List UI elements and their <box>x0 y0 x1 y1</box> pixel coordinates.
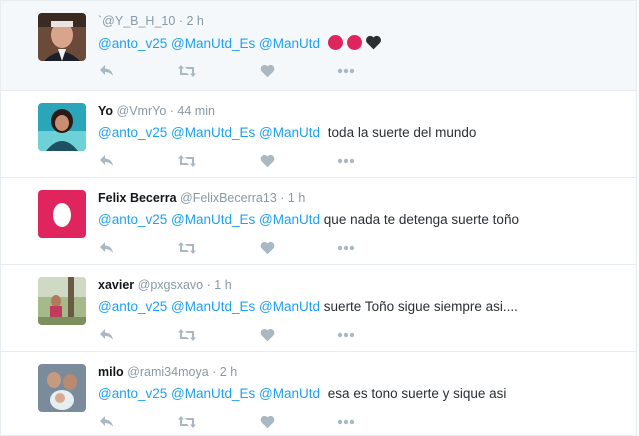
tweet-item[interactable]: xavier @pxgsxavo · 1 h @anto_v25 @ManUtd… <box>0 265 637 352</box>
tweet-body: esa es tono suerte y sique asi <box>327 386 507 401</box>
tweet-header: `@Y_B_H_10 · 2 h <box>98 14 204 28</box>
user-handle[interactable]: @pxgsxavo <box>138 278 204 292</box>
tweet-text: @anto_v25 @ManUtd_Es @ManUtd esa es tono… <box>98 386 506 401</box>
avatar[interactable] <box>38 277 86 325</box>
tweet-body: que nada te detenga suerte toño <box>323 212 519 227</box>
mention-link[interactable]: @ManUtd <box>259 299 320 314</box>
tweet-item[interactable]: milo @rami34moya · 2 h @anto_v25 @ManUtd… <box>0 352 637 436</box>
mention-link[interactable]: @anto_v25 <box>98 386 167 401</box>
mention-link[interactable]: @anto_v25 <box>98 125 167 140</box>
mention-link[interactable]: @ManUtd <box>259 125 320 140</box>
user-fullname[interactable]: xavier <box>98 278 134 292</box>
tweet-item[interactable]: `@Y_B_H_10 · 2 h @anto_v25 @ManUtd_Es @M… <box>0 0 637 91</box>
user-handle[interactable]: @VmrYo <box>117 104 167 118</box>
mention-link[interactable]: @ManUtd_Es <box>171 125 255 140</box>
reply-icon[interactable] <box>98 240 116 256</box>
replies-timeline: `@Y_B_H_10 · 2 h @anto_v25 @ManUtd_Es @M… <box>0 0 639 436</box>
retweet-icon[interactable] <box>176 63 198 79</box>
tweet-header: Felix Becerra @FelixBecerra13 · 1 h <box>98 191 305 205</box>
mention-link[interactable]: @ManUtd_Es <box>171 386 255 401</box>
reply-icon[interactable] <box>98 63 116 79</box>
separator-dot: · <box>206 278 211 292</box>
avatar[interactable] <box>38 364 86 412</box>
retweet-icon[interactable] <box>176 240 198 256</box>
mention-link[interactable]: @ManUtd <box>259 386 320 401</box>
mention-link[interactable]: @ManUtd_Es <box>171 299 255 314</box>
mention-link[interactable]: @ManUtd <box>259 36 320 51</box>
tweet-text: @anto_v25 @ManUtd_Es @ManUtd toda la sue… <box>98 125 476 140</box>
user-handle[interactable]: @FelixBecerra13 <box>180 191 277 205</box>
tweet-timestamp[interactable]: 2 h <box>186 14 203 28</box>
more-icon[interactable] <box>336 327 356 343</box>
tweet-text: @anto_v25 @ManUtd_Es @ManUtd <box>98 35 382 53</box>
separator-dot: · <box>169 104 174 118</box>
more-icon[interactable] <box>336 414 356 430</box>
heart-icon[interactable] <box>258 63 276 79</box>
tweet-text: @anto_v25 @ManUtd_Es @ManUtd que nada te… <box>98 212 519 227</box>
tweet-timestamp[interactable]: 1 h <box>288 191 305 205</box>
more-icon[interactable] <box>336 240 356 256</box>
user-fullname[interactable]: Felix Becerra <box>98 191 177 205</box>
mention-link[interactable]: @anto_v25 <box>98 299 167 314</box>
more-icon[interactable] <box>336 153 356 169</box>
reply-icon[interactable] <box>98 414 116 430</box>
red-circle-emoji <box>346 35 362 50</box>
more-icon[interactable] <box>336 63 356 79</box>
mention-link[interactable]: @ManUtd_Es <box>171 36 255 51</box>
retweet-icon[interactable] <box>176 414 198 430</box>
tweet-timestamp[interactable]: 44 min <box>177 104 215 118</box>
reply-icon[interactable] <box>98 153 116 169</box>
avatar[interactable] <box>38 13 86 61</box>
retweet-icon[interactable] <box>176 153 198 169</box>
red-circle-emoji <box>327 35 343 50</box>
retweet-icon[interactable] <box>176 327 198 343</box>
mention-link[interactable]: @anto_v25 <box>98 212 167 227</box>
heart-icon[interactable] <box>258 153 276 169</box>
default-egg-avatar[interactable] <box>38 190 86 238</box>
tweet-timestamp[interactable]: 2 h <box>220 365 237 379</box>
avatar[interactable] <box>38 103 86 151</box>
tweet-header: Yo @VmrYo · 44 min <box>98 104 215 118</box>
user-handle[interactable]: @rami34moya <box>127 365 208 379</box>
tweet-item[interactable]: Felix Becerra @FelixBecerra13 · 1 h @ant… <box>0 178 637 265</box>
separator-dot: · <box>280 191 285 205</box>
tweet-item[interactable]: Yo @VmrYo · 44 min @anto_v25 @ManUtd_Es … <box>0 91 637 178</box>
user-fullname[interactable]: Yo <box>98 104 113 118</box>
tweet-text: @anto_v25 @ManUtd_Es @ManUtd suerte Toño… <box>98 299 518 314</box>
mention-link[interactable]: @ManUtd_Es <box>171 212 255 227</box>
reply-icon[interactable] <box>98 327 116 343</box>
tweet-header: xavier @pxgsxavo · 1 h <box>98 278 232 292</box>
user-handle[interactable]: `@Y_B_H_10 <box>98 14 175 28</box>
heart-icon[interactable] <box>258 327 276 343</box>
separator-dot: · <box>212 365 217 379</box>
mention-link[interactable]: @anto_v25 <box>98 36 167 51</box>
user-fullname[interactable]: milo <box>98 365 124 379</box>
tweet-body: toda la suerte del mundo <box>327 125 477 140</box>
separator-dot: · <box>178 14 183 28</box>
heart-icon[interactable] <box>258 240 276 256</box>
heart-icon[interactable] <box>258 414 276 430</box>
tweet-header: milo @rami34moya · 2 h <box>98 365 237 379</box>
tweet-timestamp[interactable]: 1 h <box>214 278 231 292</box>
mention-link[interactable]: @ManUtd <box>259 212 320 227</box>
tweet-body: suerte Toño sigue siempre asi.... <box>323 299 518 314</box>
black-heart-emoji <box>365 35 382 53</box>
